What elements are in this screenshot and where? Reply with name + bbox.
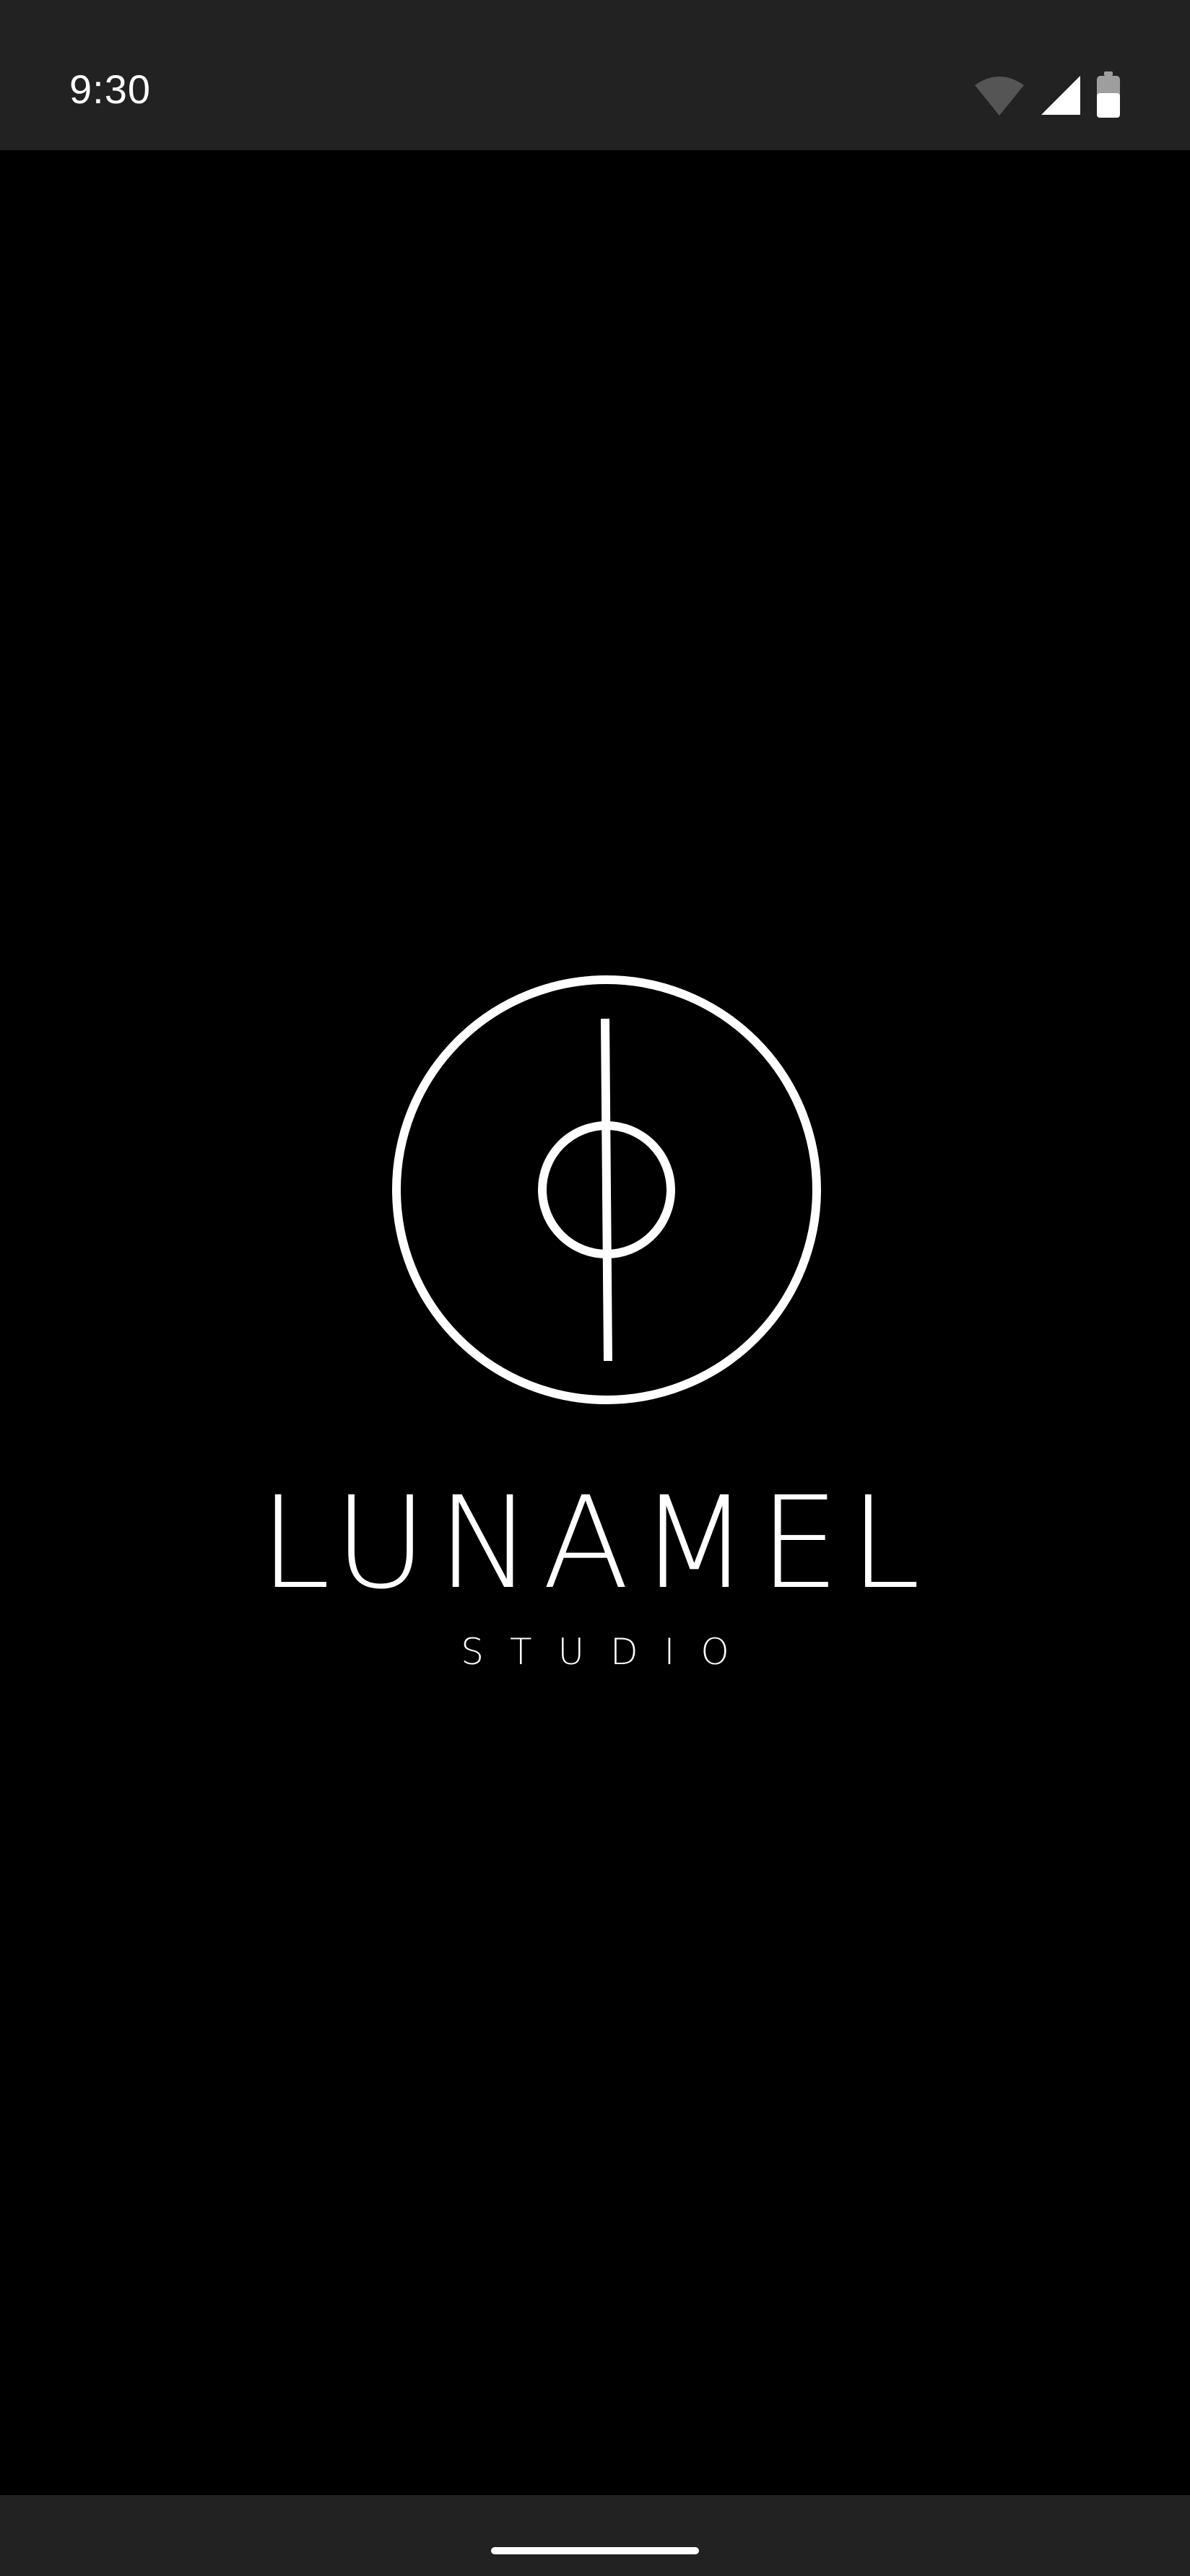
battery-icon [1096, 71, 1121, 119]
home-gesture-handle[interactable] [491, 2547, 699, 2554]
wifi-icon [973, 74, 1025, 117]
lunamel-logo-icon [390, 973, 823, 1406]
status-icons [973, 69, 1121, 121]
status-time: 9:30 [69, 66, 151, 112]
navigation-bar [0, 2495, 1190, 2576]
brand-subtitle: STUDIO [461, 1631, 755, 1673]
app-screen: 9:30 LUNAMEL STUDIO [0, 0, 1190, 2576]
cellular-signal-icon [1040, 74, 1082, 116]
status-bar: 9:30 [0, 0, 1190, 150]
splash-screen: LUNAMEL STUDIO [0, 150, 1190, 2495]
brand-name: LUNAMEL [259, 1469, 931, 1617]
